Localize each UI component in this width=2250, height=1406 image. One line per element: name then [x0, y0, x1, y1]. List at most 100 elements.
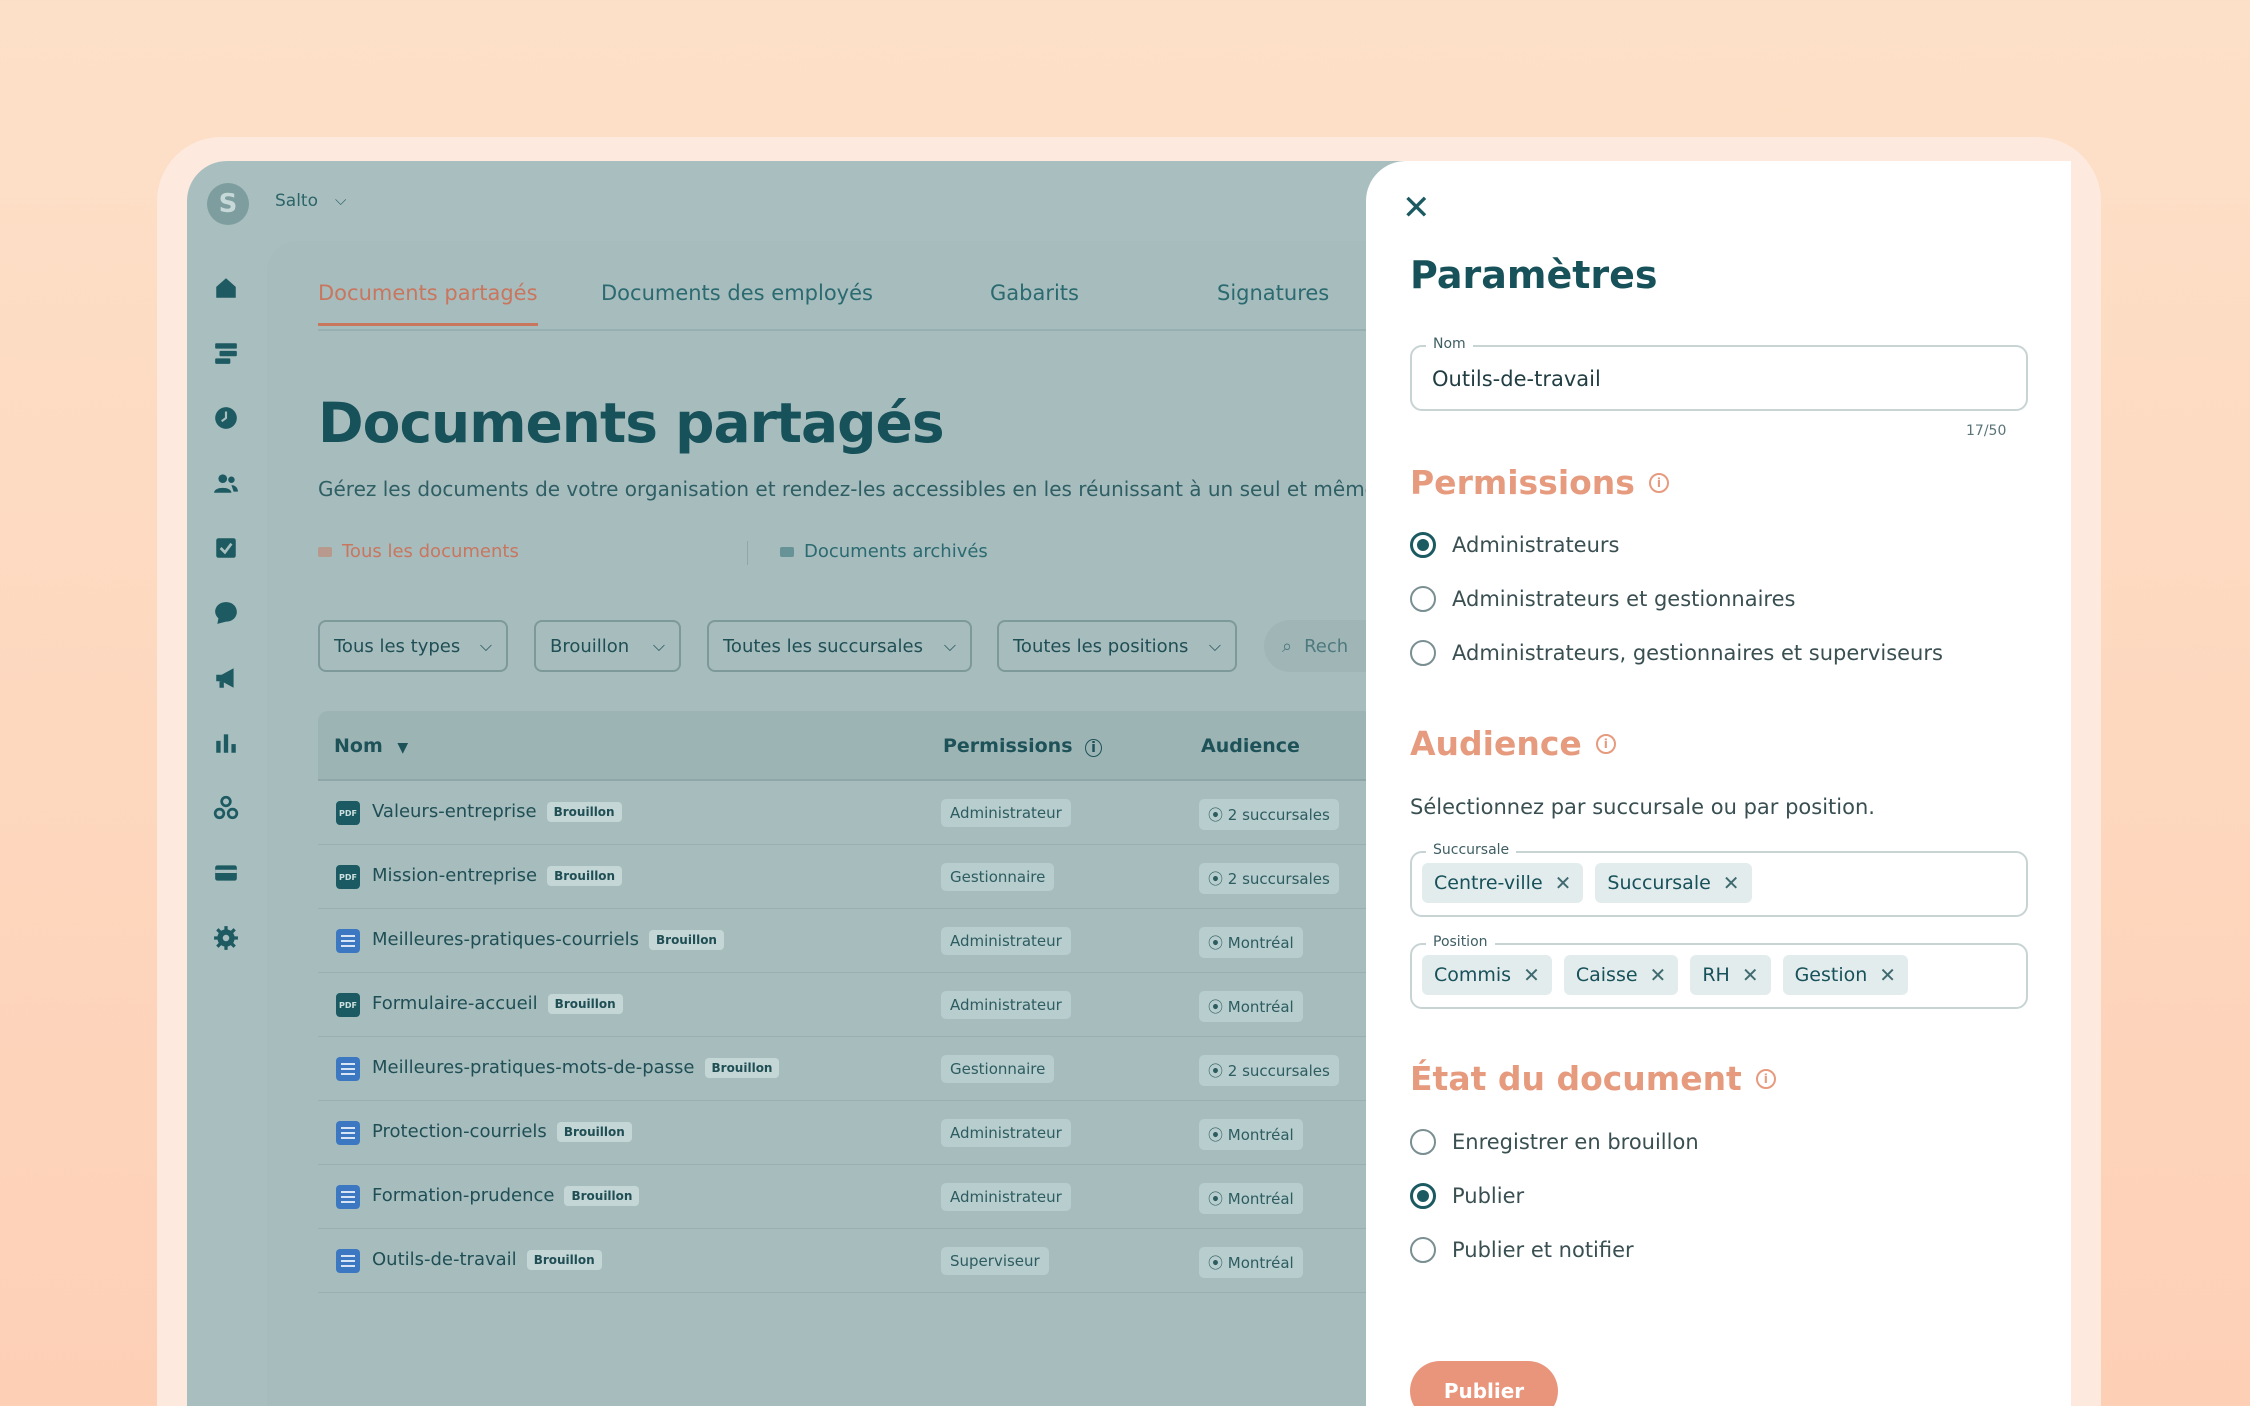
permission-option[interactable]: Administrateurs et gestionnaires: [1410, 586, 1795, 612]
position-field[interactable]: Position Commis ✕ Caisse ✕ RH ✕ Gestion ✕: [1410, 934, 2028, 1009]
subnav-all-documents[interactable]: Tous les documents: [318, 541, 519, 562]
state-option[interactable]: Publier: [1410, 1183, 1524, 1209]
permissions-heading: Permissions i: [1410, 463, 1669, 502]
document-file-icon: [336, 929, 360, 953]
radio-button[interactable]: [1410, 532, 1436, 558]
integrations-icon[interactable]: [211, 793, 241, 823]
table-row[interactable]: PDF Formulaire-accueil Brouillon Administra…: [318, 973, 1473, 1037]
chip-label: Centre-ville: [1434, 872, 1543, 894]
tasks-icon[interactable]: [211, 533, 241, 563]
tab-bar: Documents partagés Documents des employé…: [318, 281, 1468, 331]
table-row[interactable]: Protection-courriels Brouillon Administrat…: [318, 1101, 1473, 1165]
column-name-label: Nom: [334, 735, 383, 757]
filter-positions[interactable]: Toutes les positions ⌵: [997, 620, 1237, 672]
info-icon[interactable]: i: [1648, 472, 1669, 493]
remove-icon[interactable]: ✕: [1555, 871, 1572, 895]
remove-icon[interactable]: ✕: [1523, 963, 1540, 987]
filter-types[interactable]: Tous les types ⌵: [318, 620, 508, 672]
filter-state[interactable]: Brouillon ⌵: [534, 620, 681, 672]
permission-option[interactable]: Administrateurs, gestionnaires et superv…: [1410, 640, 1943, 666]
name-field-value: Outils-de-travail: [1432, 367, 1601, 391]
billing-icon[interactable]: [211, 858, 241, 888]
status-badge: Brouillon: [547, 993, 623, 1014]
remove-icon[interactable]: ✕: [1723, 871, 1740, 895]
document-file-icon: [336, 1057, 360, 1081]
home-icon[interactable]: [211, 273, 241, 303]
info-icon[interactable]: i: [1595, 733, 1616, 754]
info-icon[interactable]: i: [1755, 1068, 1776, 1089]
analytics-icon[interactable]: [211, 728, 241, 758]
audience-badge: ⦿ 2 succursales: [1199, 799, 1339, 830]
row-name: Meilleures-pratiques-mots-de-passe Brouil…: [372, 1057, 780, 1078]
branch-field-label: Succursale: [1426, 842, 1517, 858]
permission-badge: Administrateur: [941, 1119, 1071, 1147]
column-name[interactable]: Nom ▼: [334, 735, 408, 757]
branch-field[interactable]: Succursale Centre-ville ✕ Succursale ✕: [1410, 842, 2028, 917]
permission-option-label: Administrateurs, gestionnaires et superv…: [1452, 641, 1943, 665]
page-subtitle: Gérez les documents de votre organisatio…: [318, 477, 1396, 501]
permission-option[interactable]: Administrateurs: [1410, 532, 1619, 558]
team-icon[interactable]: [211, 468, 241, 498]
table-row[interactable]: Formation-prudence Brouillon Administrateu…: [318, 1165, 1473, 1229]
state-option[interactable]: Publier et notifier: [1410, 1237, 1634, 1263]
subnav-archived-documents[interactable]: Documents archivés: [780, 541, 988, 562]
column-permissions[interactable]: Permissions i: [943, 735, 1102, 757]
tab-templates[interactable]: Gabarits: [990, 281, 1079, 323]
permission-badge: Administrateur: [941, 991, 1071, 1019]
sidebar: [187, 241, 267, 1406]
radio-button[interactable]: [1410, 1237, 1436, 1263]
filter-types-value: Tous les types: [334, 635, 461, 657]
radio-button[interactable]: [1410, 1129, 1436, 1155]
table-row[interactable]: Outils-de-travail Brouillon Superviseur ⦿ M…: [318, 1229, 1473, 1293]
row-name: Formulaire-accueil Brouillon: [372, 993, 623, 1014]
schedule-icon[interactable]: [211, 338, 241, 368]
org-logo[interactable]: S: [207, 183, 249, 225]
state-option[interactable]: Enregistrer en brouillon: [1410, 1129, 1699, 1155]
row-name: Outils-de-travail Brouillon: [372, 1249, 602, 1270]
name-field[interactable]: Nom Outils-de-travail: [1410, 336, 2028, 411]
row-name-text: Formation-prudence: [372, 1185, 555, 1206]
status-badge: Brouillon: [649, 929, 724, 950]
selection-chip: Centre-ville ✕: [1422, 863, 1584, 903]
document-file-icon: [336, 1185, 360, 1209]
remove-icon[interactable]: ✕: [1650, 963, 1667, 987]
folder-icon: [318, 546, 332, 557]
tab-shared-documents[interactable]: Documents partagés: [318, 281, 538, 326]
tab-employee-documents[interactable]: Documents des employés: [601, 281, 873, 323]
row-name-text: Meilleures-pratiques-mots-de-passe: [372, 1057, 695, 1078]
clock-icon[interactable]: [211, 403, 241, 433]
chevron-down-icon: ⌵: [1208, 636, 1221, 655]
table-row[interactable]: Meilleures-pratiques-mots-de-passe Brouil…: [318, 1037, 1468, 1101]
chip-label: RH: [1702, 964, 1730, 986]
megaphone-icon[interactable]: [211, 663, 241, 693]
filter-branches[interactable]: Toutes les succursales ⌵: [707, 620, 972, 672]
settings-icon[interactable]: [211, 923, 241, 953]
remove-icon[interactable]: ✕: [1742, 963, 1759, 987]
row-name: Meilleures-pratiques-courriels Brouillon: [372, 929, 724, 950]
char-counter: 17/50: [1966, 423, 2007, 439]
table-row[interactable]: Meilleures-pratiques-courriels Brouillon A…: [318, 909, 1473, 973]
remove-icon[interactable]: ✕: [1879, 963, 1896, 987]
chat-icon[interactable]: [211, 598, 241, 628]
row-name-text: Meilleures-pratiques-courriels: [372, 929, 639, 950]
chevron-down-icon: ⌵: [479, 636, 492, 655]
permission-option-label: Administrateurs et gestionnaires: [1452, 587, 1796, 611]
radio-button[interactable]: [1410, 640, 1436, 666]
radio-button[interactable]: [1410, 586, 1436, 612]
org-name[interactable]: Salto: [275, 191, 318, 211]
row-name: Protection-courriels Brouillon: [372, 1121, 632, 1142]
table-row[interactable]: PDF Valeurs-entreprise Brouillon Administra…: [318, 781, 1468, 845]
chevron-down-icon[interactable]: ⌵: [335, 191, 346, 209]
radio-button[interactable]: [1410, 1183, 1436, 1209]
tab-signatures[interactable]: Signatures: [1217, 281, 1329, 323]
chevron-down-icon: ⌵: [943, 636, 956, 655]
selection-chip: Succursale ✕: [1595, 863, 1752, 903]
publish-button[interactable]: Publier: [1410, 1361, 1558, 1406]
location-pin-icon: ⦿: [1208, 806, 1228, 824]
audience-text: 2 succursales: [1227, 806, 1330, 824]
table-row[interactable]: PDF Mission-entreprise Brouillon Gestionnai…: [318, 845, 1468, 909]
column-audience[interactable]: Audience: [1201, 735, 1300, 757]
row-name-text: Mission-entreprise: [372, 865, 538, 886]
close-icon[interactable]: ✕: [1402, 191, 1431, 225]
selection-chip: Caisse ✕: [1563, 955, 1679, 995]
